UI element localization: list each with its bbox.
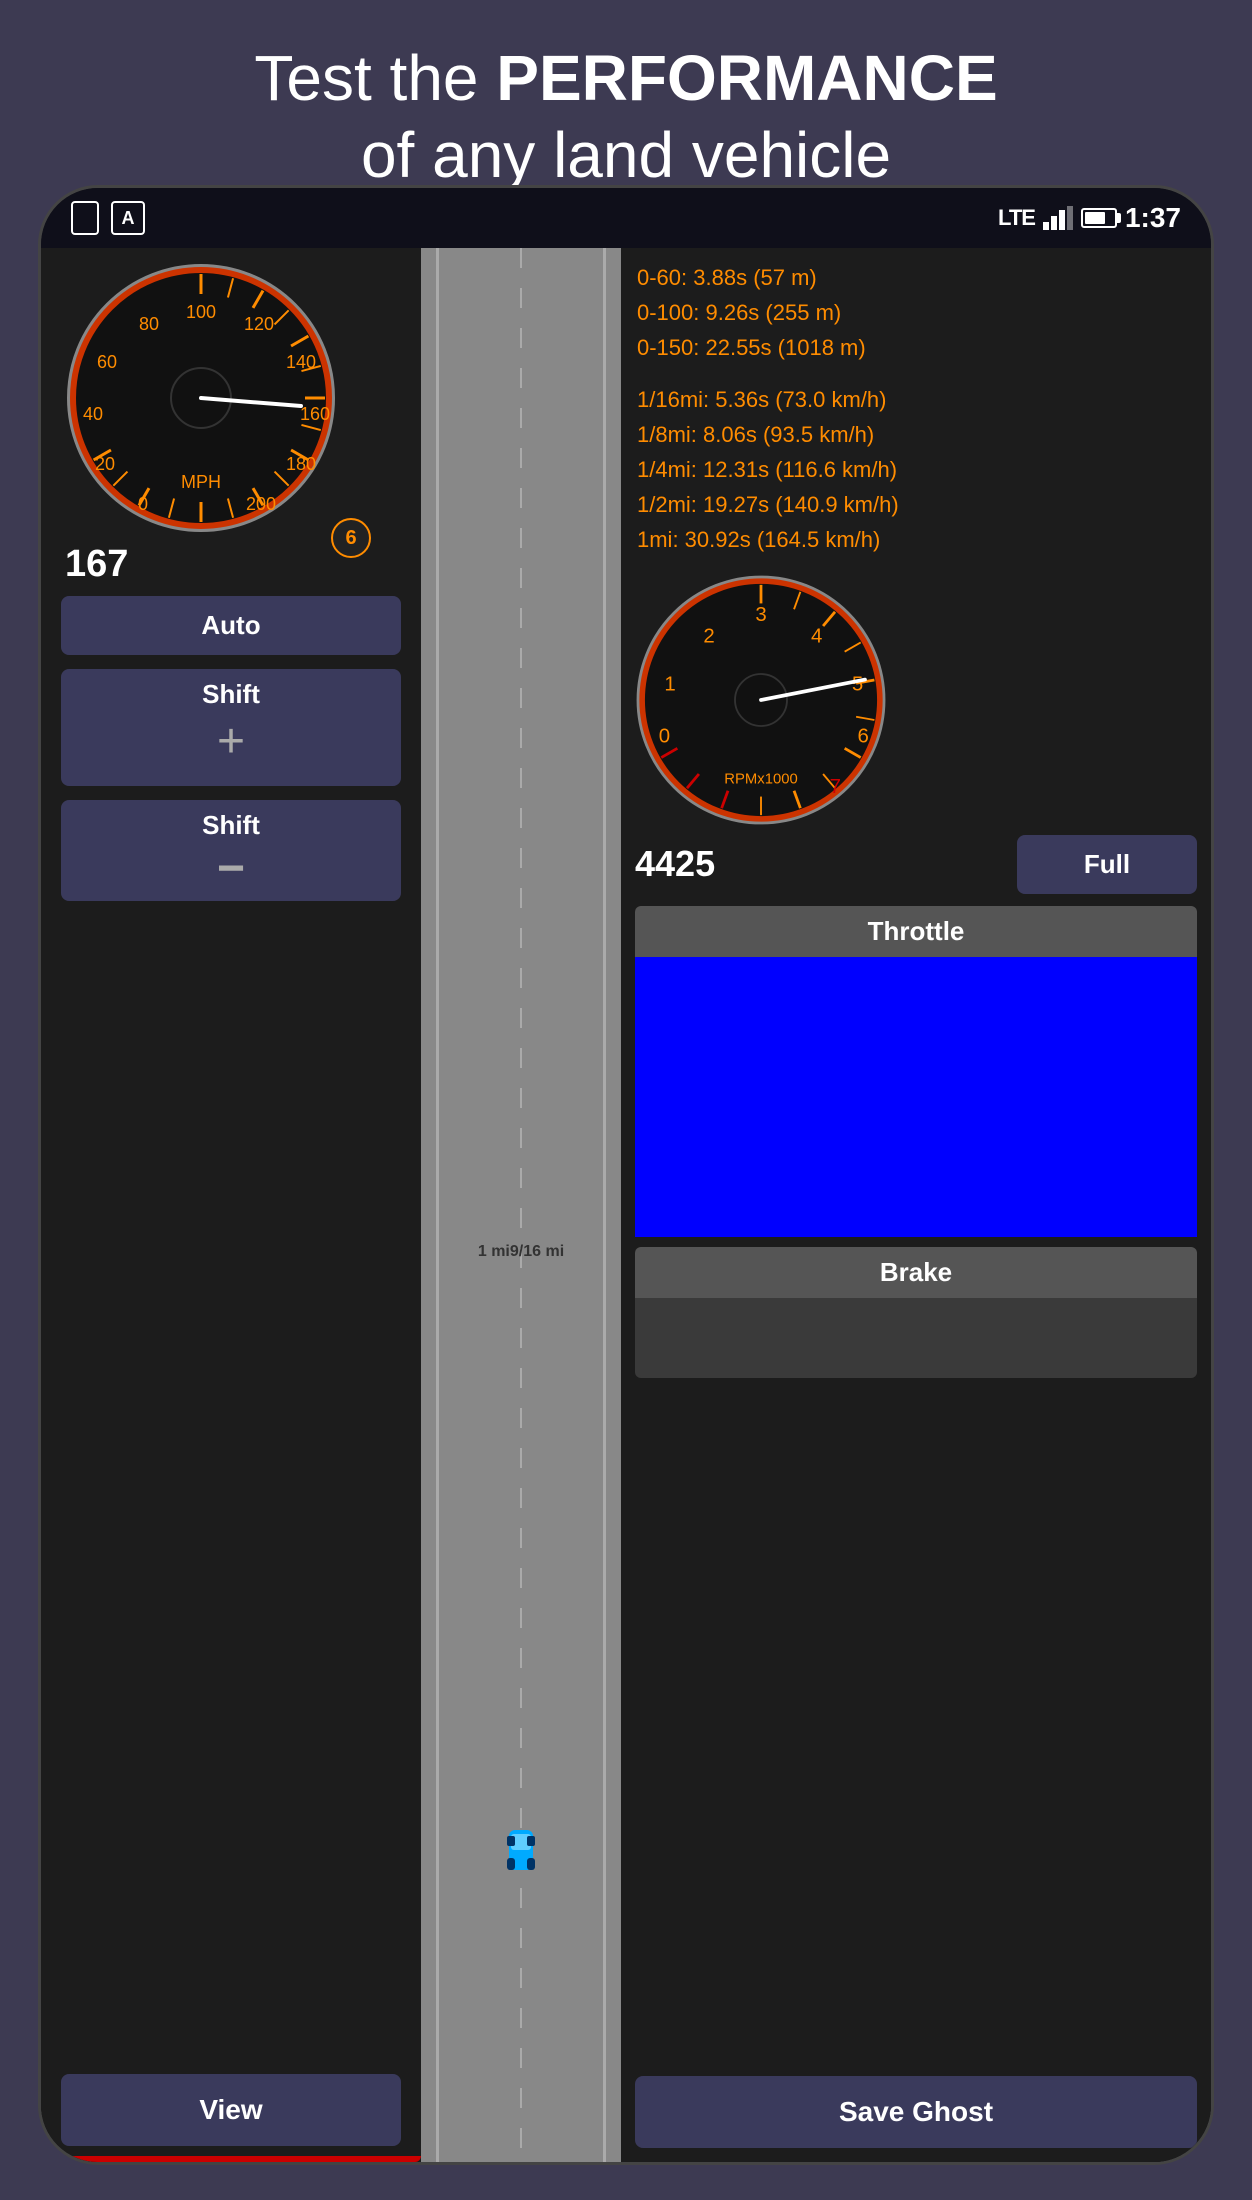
stat-0-60: 0-60: 3.88s (57 m) — [637, 260, 1195, 295]
speedometer-container: 100 120 140 160 180 200 0 20 40 60 80 — [41, 248, 421, 543]
stat-1-2: 1/2mi: 19.27s (140.9 km/h) — [637, 487, 1195, 522]
shift-down-section: Shift − — [41, 800, 421, 901]
svg-text:7: 7 — [830, 775, 841, 797]
save-ghost-wrapper: Save Ghost — [621, 2062, 1211, 2162]
shift-up-icon: + — [217, 715, 245, 768]
rpm-row: 4425 Full — [621, 835, 1211, 894]
svg-text:3: 3 — [755, 604, 766, 626]
header-line2: of any land vehicle — [361, 119, 891, 191]
throttle-label: Throttle — [635, 906, 1197, 957]
svg-text:160: 160 — [300, 404, 330, 424]
speedometer-gauge: 100 120 140 160 180 200 0 20 40 60 80 — [61, 258, 341, 538]
svg-text:40: 40 — [83, 404, 103, 424]
svg-text:120: 120 — [244, 314, 274, 334]
auto-button-row: Auto — [41, 596, 421, 655]
svg-text:100: 100 — [186, 302, 216, 322]
speed-value: 167 — [65, 543, 128, 586]
stat-1-4: 1/4mi: 12.31s (116.6 km/h) — [637, 452, 1195, 487]
signal-icon — [1043, 206, 1073, 230]
gear-indicator-wrapper: 6 — [331, 518, 371, 558]
brake-bar — [635, 1298, 1197, 1378]
auto-mode-button[interactable]: Auto — [61, 596, 401, 655]
header-line1: Test the PERFORMANCE — [254, 42, 997, 114]
stat-0-100: 0-100: 9.26s (255 m) — [637, 295, 1195, 330]
svg-text:MPH: MPH — [181, 472, 221, 492]
stats-section: 0-60: 3.88s (57 m) 0-100: 9.26s (255 m) … — [621, 248, 1211, 570]
svg-text:180: 180 — [286, 454, 316, 474]
svg-text:4: 4 — [811, 625, 822, 647]
svg-text:6: 6 — [857, 725, 868, 747]
tachometer-gauge: 3 4 5 6 7 2 1 0 — [631, 570, 891, 830]
svg-text:0: 0 — [659, 725, 670, 747]
phone-screen: 100 120 140 160 180 200 0 20 40 60 80 — [41, 248, 1211, 2162]
svg-text:5: 5 — [852, 673, 863, 695]
left-panel: 100 120 140 160 180 200 0 20 40 60 80 — [41, 248, 421, 2162]
phone-frame: A LTE 1:37 — [38, 185, 1214, 2165]
car-icon-wrapper — [501, 1822, 541, 1882]
svg-text:2: 2 — [703, 625, 714, 647]
brake-section: Brake — [621, 1247, 1211, 1378]
battery-icon — [1081, 208, 1117, 228]
status-bar-left: A — [71, 201, 145, 235]
stat-1mi: 1mi: 30.92s (164.5 km/h) — [637, 522, 1195, 557]
svg-text:0: 0 — [138, 494, 148, 514]
svg-text:140: 140 — [286, 352, 316, 372]
svg-text:RPMx1000: RPMx1000 — [724, 771, 797, 787]
tachometer-container: 3 4 5 6 7 2 1 0 — [621, 570, 1211, 835]
svg-text:60: 60 — [97, 352, 117, 372]
gear-indicator: 6 — [331, 518, 371, 558]
center-track: 1 mi9/16 mi — [421, 248, 621, 2162]
track-lane-right — [603, 248, 606, 2162]
track-lane-left — [436, 248, 439, 2162]
svg-text:1: 1 — [664, 673, 675, 695]
save-ghost-button[interactable]: Save Ghost — [635, 2076, 1197, 2148]
throttle-bar — [635, 957, 1197, 1237]
sim-icon — [71, 201, 99, 235]
shift-down-button[interactable]: Shift − — [61, 800, 401, 901]
throttle-section: Throttle — [621, 906, 1211, 1237]
right-panel: 0-60: 3.88s (57 m) 0-100: 9.26s (255 m) … — [621, 248, 1211, 2162]
shift-down-icon: − — [61, 857, 401, 881]
time-display: 1:37 — [1125, 202, 1181, 234]
auto-mode-bar — [41, 2156, 421, 2162]
svg-text:80: 80 — [139, 314, 159, 334]
status-bar-right: LTE 1:37 — [998, 202, 1181, 234]
battery-fill — [1085, 212, 1105, 224]
svg-text:200: 200 — [246, 494, 276, 514]
rpm-value: 4425 — [635, 843, 715, 885]
full-mode-button[interactable]: Full — [1017, 835, 1197, 894]
view-button[interactable]: View — [61, 2074, 401, 2146]
svg-text:20: 20 — [95, 454, 115, 474]
status-bar: A LTE 1:37 — [41, 188, 1211, 248]
main-content: 100 120 140 160 180 200 0 20 40 60 80 — [41, 248, 1211, 2162]
view-button-wrapper: View — [41, 2074, 421, 2162]
shift-down-label: Shift — [61, 810, 401, 841]
brake-label: Brake — [635, 1247, 1197, 1298]
shift-up-section: Shift + — [41, 669, 421, 786]
shift-up-button[interactable]: Shift + — [61, 669, 401, 786]
stat-0-150: 0-150: 22.55s (1018 m) — [637, 330, 1195, 365]
lte-icon: LTE — [998, 205, 1035, 231]
shift-up-label: Shift — [61, 679, 401, 710]
font-a-icon: A — [111, 201, 145, 235]
stat-1-16: 1/16mi: 5.36s (73.0 km/h) — [637, 382, 1195, 417]
stat-1-8: 1/8mi: 8.06s (93.5 km/h) — [637, 417, 1195, 452]
track-distance-label: 1 mi9/16 mi — [478, 1243, 564, 1261]
car-svg — [501, 1822, 541, 1882]
